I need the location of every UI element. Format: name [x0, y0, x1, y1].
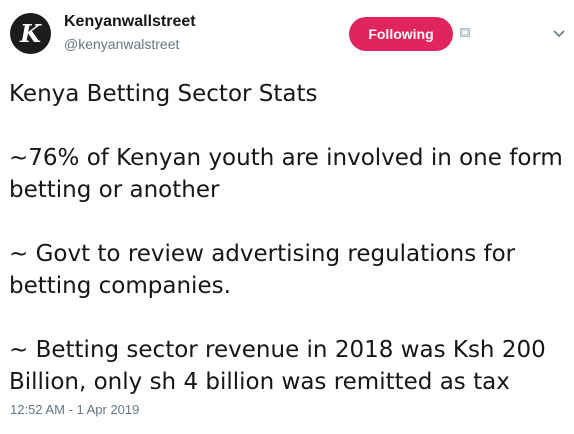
- tweet-line-youth: ~76% of Kenyan youth are involved in one…: [9, 145, 563, 203]
- display-name[interactable]: Kenyanwallstreet: [64, 13, 196, 31]
- user-handle[interactable]: @kenyanwalstreet: [64, 36, 179, 52]
- tweet-line-title: Kenya Betting Sector Stats: [9, 81, 318, 107]
- card-icon[interactable]: [460, 28, 470, 37]
- tweet-timestamp[interactable]: 12:52 AM - 1 Apr 2019: [10, 402, 139, 417]
- following-button[interactable]: Following: [349, 17, 453, 51]
- tweet-text: Kenya Betting Sector Stats ~76% of Kenya…: [9, 78, 569, 398]
- tweet-line-govt: ~ Govt to review advertising regulations…: [9, 241, 516, 299]
- tweet-header: K Kenyanwallstreet @kenyanwalstreet Foll…: [0, 0, 574, 70]
- avatar[interactable]: K: [10, 13, 51, 54]
- chevron-down-icon[interactable]: [550, 24, 568, 42]
- tweet-line-revenue: ~ Betting sector revenue in 2018 was Ksh…: [9, 337, 546, 395]
- avatar-logo: K: [20, 18, 41, 48]
